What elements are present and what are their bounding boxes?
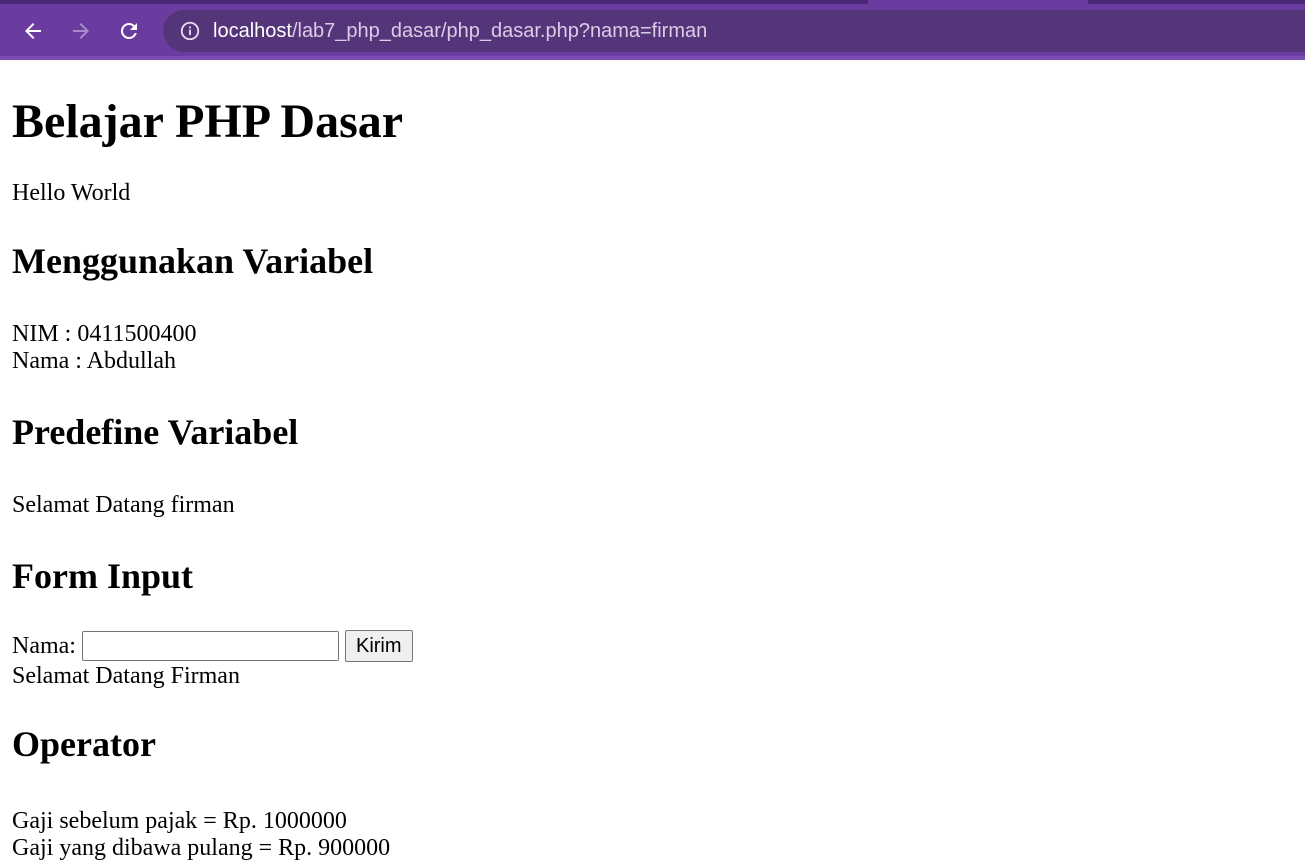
browser-toolbar: localhost/lab7_php_dasar/php_dasar.php?n… <box>0 0 1305 60</box>
heading-variabel: Menggunakan Variabel <box>12 241 374 281</box>
nama-text: Nama : Abdullah <box>12 348 176 374</box>
kirim-button[interactable]: Kirim <box>344 630 413 662</box>
url-path: /lab7_php_dasar/php_dasar.php?nama=firma… <box>291 19 708 42</box>
forward-button[interactable] <box>64 14 98 48</box>
heading-operator: Operator <box>12 724 156 764</box>
reload-icon <box>120 22 137 39</box>
back-arrow-icon <box>25 23 41 39</box>
nama-label: Nama: <box>12 632 76 659</box>
info-icon[interactable] <box>179 20 201 42</box>
tab-strip-edge <box>0 0 1305 4</box>
page-content: Belajar PHP Dasar Hello World Menggunaka… <box>0 60 1305 862</box>
heading-form-input: Form Input <box>12 556 194 596</box>
hello-text: Hello World <box>12 180 131 206</box>
toolbar-bottom-border <box>0 56 1305 60</box>
gaji-dibawa-pulang: Gaji yang dibawa pulang = Rp. 900000 <box>12 835 391 861</box>
predefine-greeting: Selamat Datang firman <box>12 492 235 518</box>
url-host: localhost <box>213 19 292 42</box>
page-title: Belajar PHP Dasar <box>12 95 404 148</box>
back-button[interactable] <box>16 14 50 48</box>
address-bar[interactable]: localhost/lab7_php_dasar/php_dasar.php?n… <box>163 10 1305 52</box>
form-result: Selamat Datang Firman <box>12 663 240 689</box>
nim-text: NIM : 0411500400 <box>12 321 197 347</box>
nama-input[interactable] <box>81 631 339 661</box>
reload-button[interactable] <box>112 14 146 48</box>
forward-arrow-icon <box>73 23 89 39</box>
gaji-sebelum-pajak: Gaji sebelum pajak = Rp. 1000000 <box>12 808 347 834</box>
name-form: Nama: Kirim <box>12 630 1293 662</box>
heading-predefine: Predefine Variabel <box>12 412 299 452</box>
